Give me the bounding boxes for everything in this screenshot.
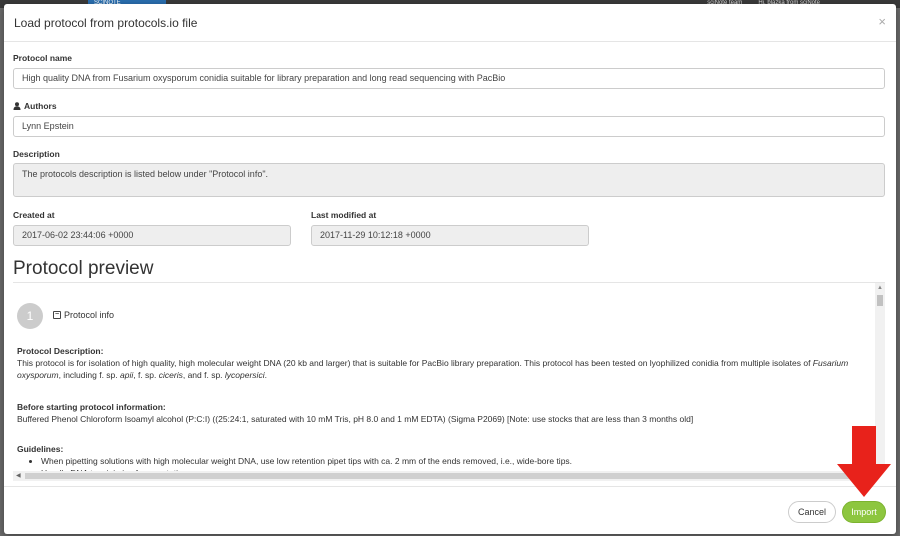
annotation-arrow-icon: [837, 426, 891, 497]
collapse-toggle-icon[interactable]: −: [53, 311, 61, 319]
description-label: Description: [13, 149, 60, 159]
protocol-description-text-4: , and f. sp.: [182, 370, 225, 380]
import-button[interactable]: Import: [842, 501, 886, 523]
step-title[interactable]: Protocol info: [64, 310, 114, 320]
authors-input[interactable]: Lynn Epstein: [13, 116, 885, 137]
protocol-description-text-1: This protocol is for isolation of high q…: [17, 358, 813, 368]
vertical-scroll-thumb[interactable]: [877, 295, 883, 306]
before-starting-block: Before starting protocol information: Bu…: [17, 401, 867, 425]
description-textarea[interactable]: The protocols description is listed belo…: [13, 163, 885, 197]
protocol-description-text-5: .: [264, 370, 267, 380]
modal-footer: Cancel Import: [4, 486, 896, 534]
scroll-up-icon[interactable]: ▲: [877, 285, 883, 291]
before-starting-text: Buffered Phenol Chloroform Isoamyl alcoh…: [17, 414, 694, 424]
modal-header: Load protocol from protocols.io file ×: [4, 4, 896, 42]
protocol-description-italic-2: apii: [120, 370, 134, 380]
horizontal-scroll-thumb[interactable]: [25, 473, 863, 479]
before-starting-heading: Before starting protocol information:: [17, 402, 166, 412]
protocol-description-block: Protocol Description: This protocol is f…: [17, 345, 867, 381]
protocol-preview-title: Protocol preview: [13, 258, 154, 279]
protocol-description-text-2: , including f. sp.: [58, 370, 120, 380]
scroll-left-icon[interactable]: ◀: [16, 472, 21, 479]
protocol-name-input[interactable]: High quality DNA from Fusarium oxysporum…: [13, 68, 885, 89]
horizontal-scrollbar[interactable]: ◀: [13, 471, 875, 481]
protocol-name-label: Protocol name: [13, 53, 73, 63]
last-modified-label: Last modified at: [311, 210, 377, 220]
protocol-description-italic-4: lycopersici: [224, 370, 265, 380]
last-modified-field: 2017-11-29 10:12:18 +0000: [311, 225, 589, 246]
created-at-field: 2017-06-02 23:44:06 +0000: [13, 225, 291, 246]
protocol-description-heading: Protocol Description:: [17, 346, 104, 356]
user-icon: [13, 102, 21, 110]
guidelines-heading: Guidelines:: [17, 444, 64, 454]
load-protocol-modal: Load protocol from protocols.io file × P…: [4, 4, 896, 534]
authors-label-row: Authors: [13, 101, 57, 111]
protocol-preview-panel[interactable]: 1 − Protocol info Protocol Description: …: [13, 282, 885, 482]
protocol-description-text-3: , f. sp.: [133, 370, 159, 380]
cancel-button[interactable]: Cancel: [788, 501, 836, 523]
created-at-label: Created at: [13, 210, 55, 220]
close-icon[interactable]: ×: [878, 14, 886, 29]
modal-title: Load protocol from protocols.io file: [14, 16, 198, 30]
protocol-description-italic-3: ciceris: [158, 370, 183, 380]
step-number-badge: 1: [17, 303, 43, 329]
list-item: When pipetting solutions with high molec…: [41, 455, 867, 467]
authors-label: Authors: [24, 101, 57, 111]
